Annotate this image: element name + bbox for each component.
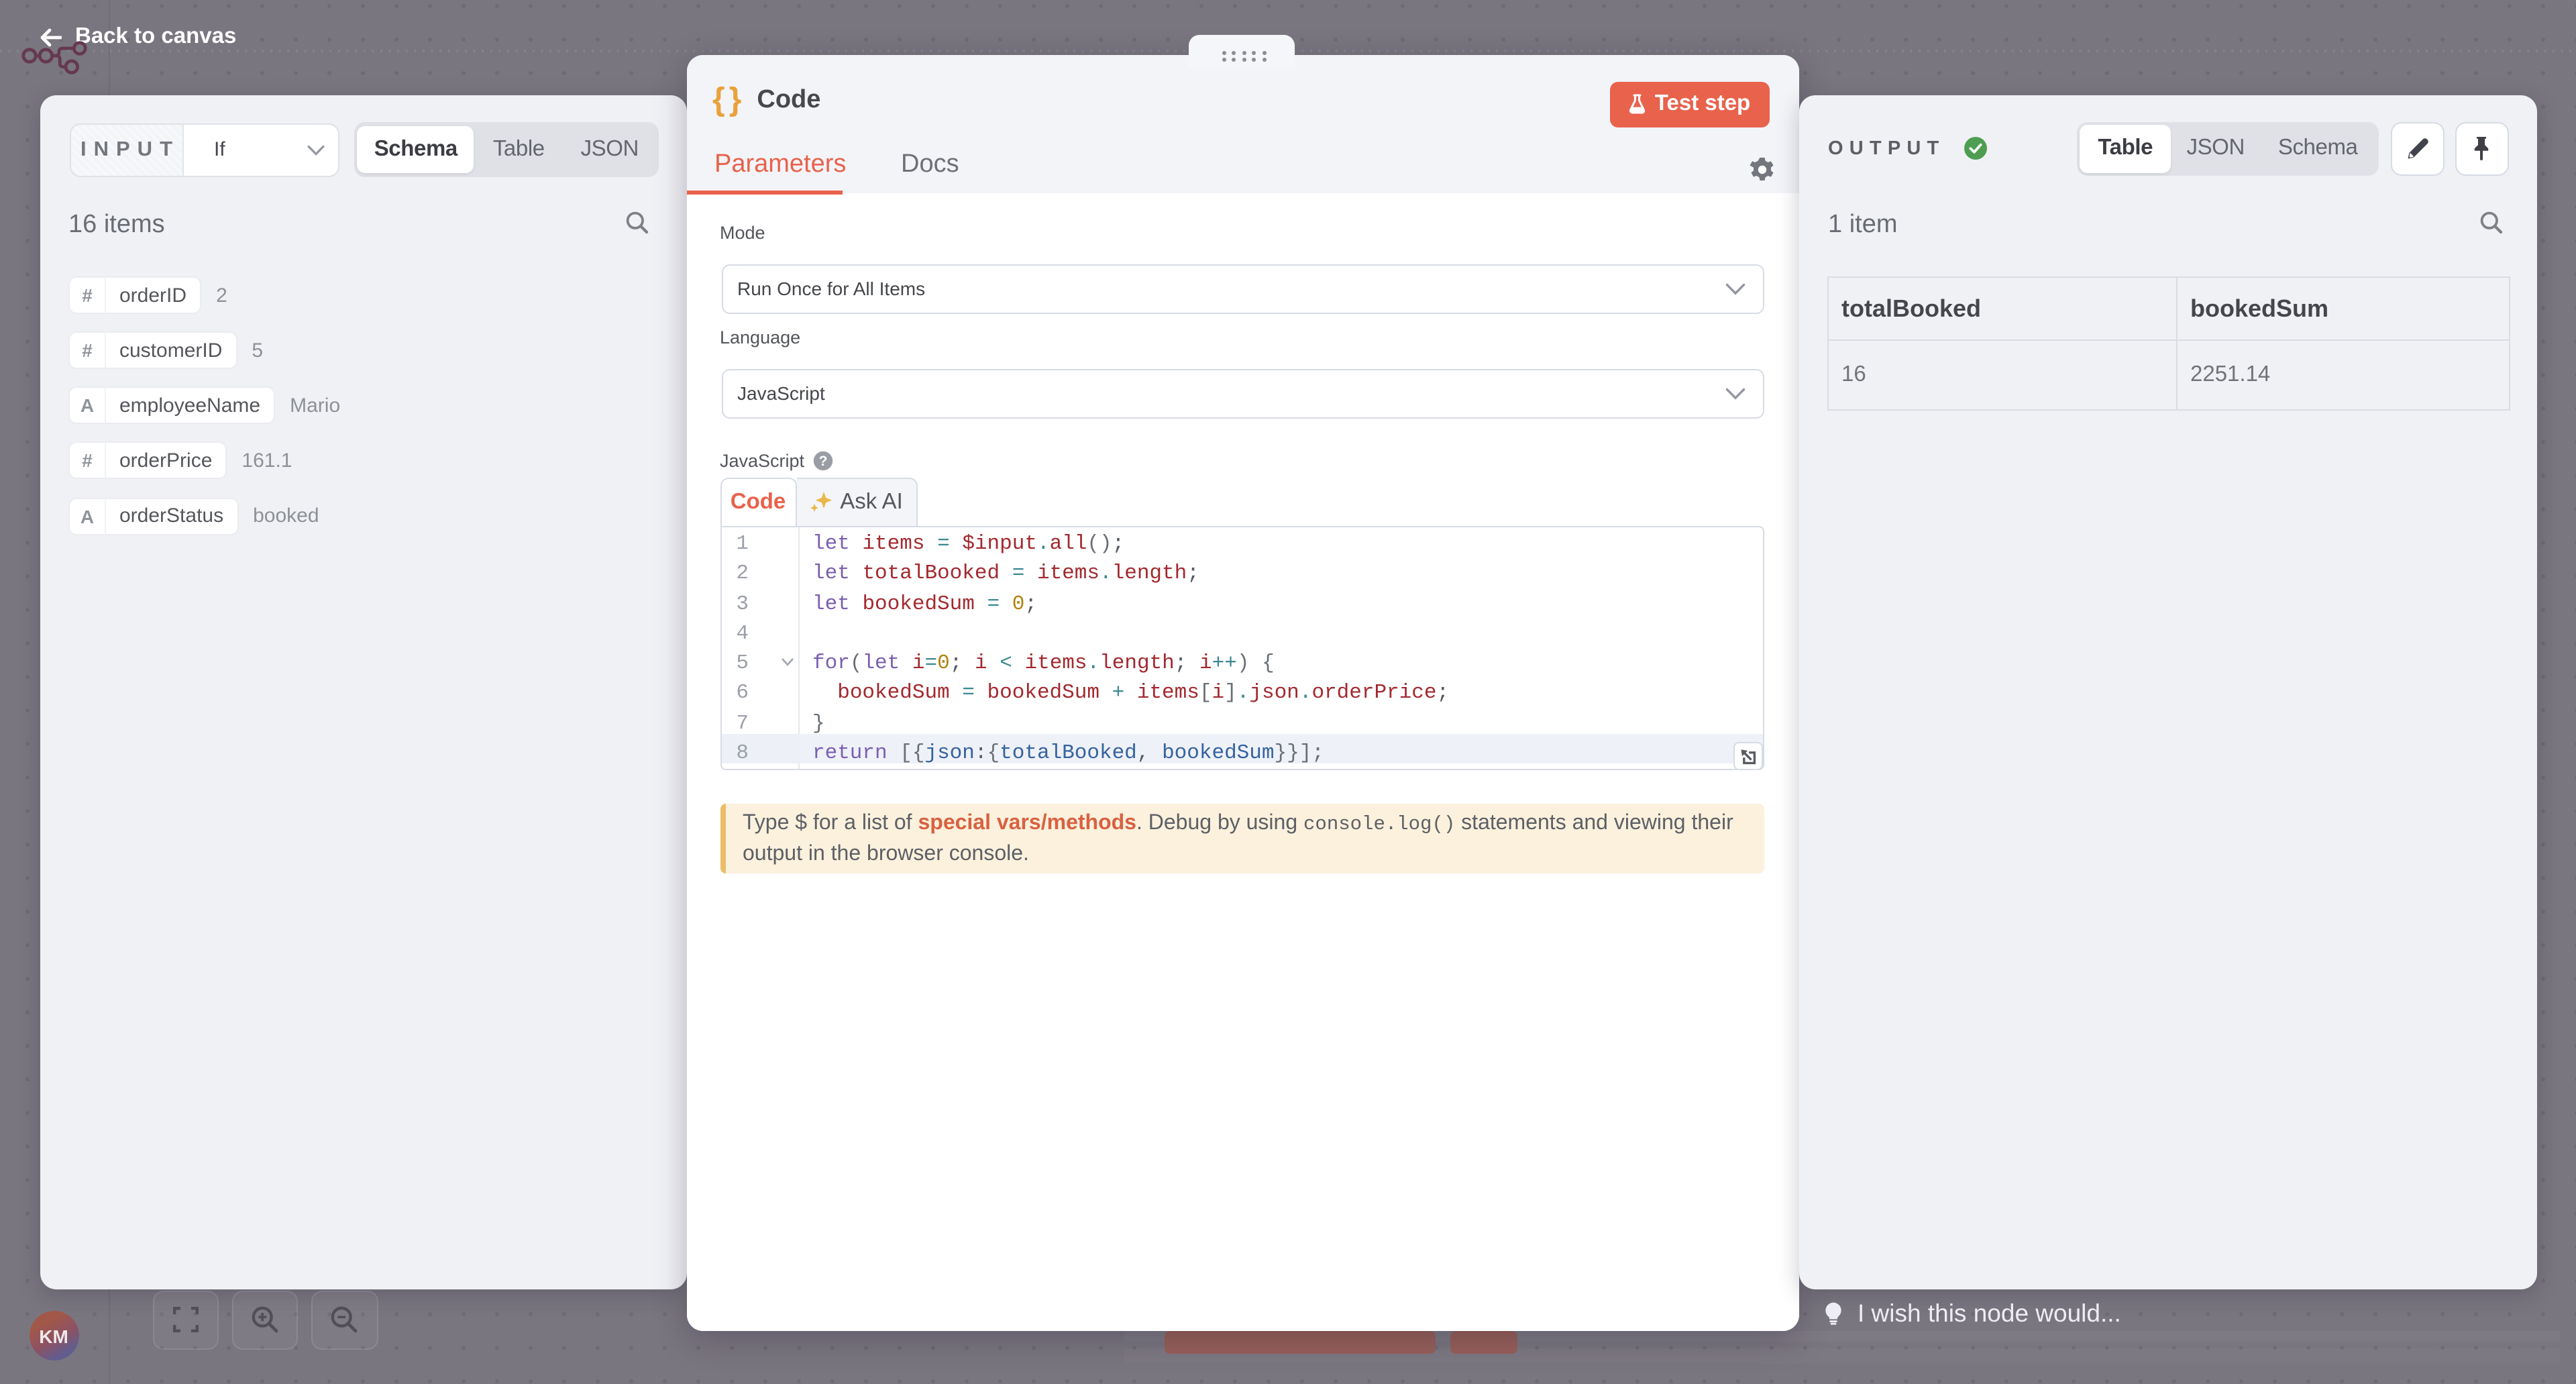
svg-text:?: ? <box>818 453 827 468</box>
